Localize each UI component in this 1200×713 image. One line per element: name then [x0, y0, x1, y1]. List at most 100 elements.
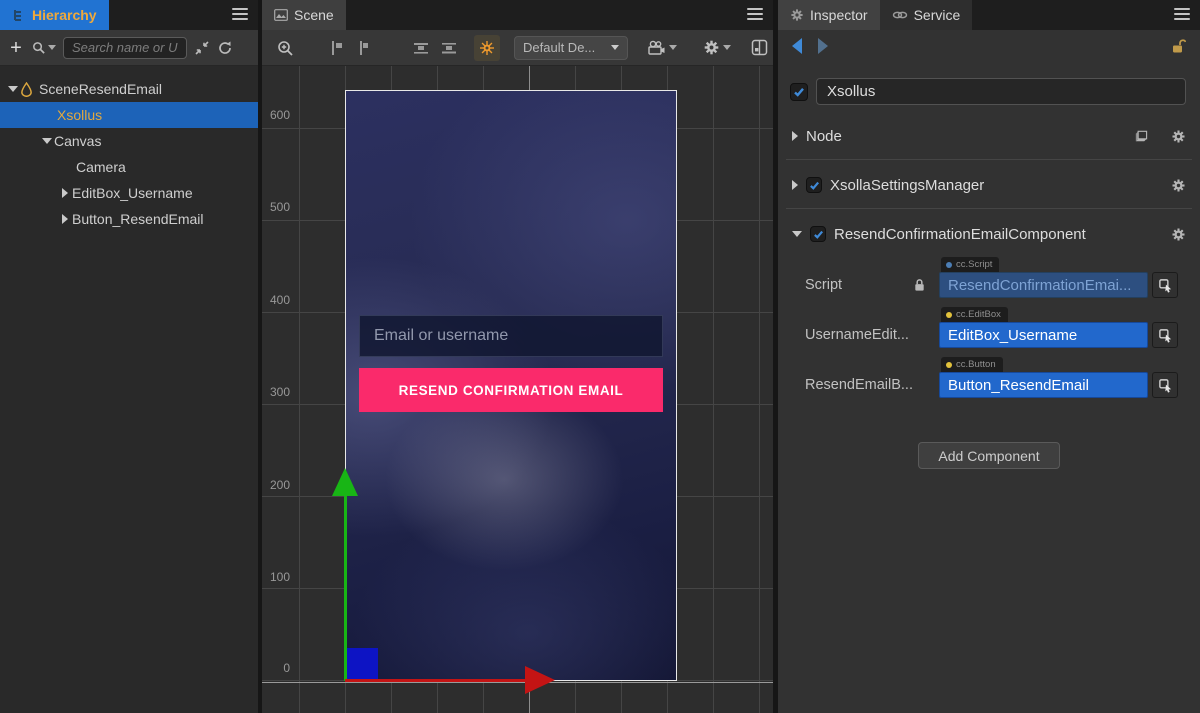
tree-node-label: Button_ResendEmail — [72, 211, 204, 227]
gear-icon[interactable] — [1171, 129, 1186, 144]
editbox-reference-field[interactable]: EditBox_Username — [939, 322, 1148, 348]
property-label: UsernameEdit... — [805, 327, 913, 348]
caret-down-icon[interactable] — [792, 231, 802, 237]
component-enabled-checkbox[interactable] — [806, 177, 822, 193]
scene-editbox-username[interactable]: Email or username — [359, 315, 663, 357]
align-left-icon — [328, 39, 346, 57]
caret-right-icon[interactable] — [62, 214, 68, 224]
unlock-icon[interactable] — [1170, 38, 1186, 54]
cocos-creator-editor: Hierarchy + — [0, 0, 1200, 713]
scene-tabbar: Scene — [262, 0, 773, 30]
gizmo-toggle-button[interactable] — [474, 35, 500, 61]
section-divider — [786, 159, 1192, 160]
reference-picker-button[interactable] — [1152, 322, 1178, 348]
history-back-icon[interactable] — [792, 38, 802, 54]
property-label: ResendEmailB... — [805, 377, 913, 398]
design-resolution-dropdown[interactable]: Default De... — [514, 36, 628, 60]
scene-panel-menu-icon[interactable] — [747, 8, 763, 21]
script-reference-field[interactable]: ResendConfirmationEmai... — [939, 272, 1148, 298]
tree-node-button-resendemail[interactable]: Button_ResendEmail — [0, 206, 258, 232]
sun-gizmo-icon — [479, 40, 495, 56]
component-resend-confirmation-email[interactable]: ResendConfirmationEmailComponent — [778, 221, 1200, 247]
ruler-label: 100 — [262, 570, 290, 584]
collapse-all-icon[interactable] — [194, 40, 210, 56]
node-active-row — [790, 78, 1186, 105]
gizmo-origin-handle[interactable] — [347, 648, 378, 679]
design-canvas[interactable]: Email or username RESEND CONFIRMATION EM… — [345, 90, 677, 681]
hierarchy-panel-menu-icon[interactable] — [232, 8, 248, 21]
reference-picker-button[interactable] — [1152, 272, 1178, 298]
tree-node-editbox-username[interactable]: EditBox_Username — [0, 180, 258, 206]
gizmo-x-axis[interactable] — [345, 679, 525, 682]
ruler-label: 500 — [262, 200, 290, 214]
refresh-icon[interactable] — [217, 40, 233, 56]
caret-right-icon[interactable] — [792, 180, 798, 190]
docs-book-icon[interactable] — [1132, 129, 1149, 144]
tab-service[interactable]: Service — [880, 0, 973, 30]
add-component-button[interactable]: Add Component — [918, 442, 1060, 469]
type-dot-icon — [946, 362, 952, 368]
gear-icon — [790, 8, 804, 22]
tab-hierarchy[interactable]: Hierarchy — [0, 0, 109, 30]
align-left-button[interactable] — [328, 39, 346, 57]
property-row-script: Script cc.Script ResendConfirmationEmai.… — [805, 257, 1178, 298]
camera-preview-dropdown[interactable] — [646, 39, 677, 57]
component-xsolla-settings-manager[interactable]: XsollaSettingsManager — [778, 172, 1200, 198]
type-badge: cc.Script — [941, 257, 999, 272]
tree-node-canvas[interactable]: Canvas — [0, 128, 258, 154]
gear-icon[interactable] — [1171, 178, 1186, 193]
gizmo-x-axis-arrowhead[interactable] — [525, 666, 555, 694]
history-forward-icon[interactable] — [818, 38, 828, 54]
scene-viewport[interactable]: 600 500 400 300 200 100 0 Email or usern… — [262, 66, 773, 713]
align-middle-v-icon — [440, 39, 458, 57]
link-icon — [892, 9, 908, 21]
tree-node-camera[interactable]: Camera — [0, 154, 258, 180]
zoom-tool-button[interactable] — [276, 39, 294, 57]
inspector-panel-menu-icon[interactable] — [1174, 8, 1190, 21]
caret-right-icon[interactable] — [792, 131, 798, 141]
inspector-panel: Inspector Service — [778, 0, 1200, 713]
align-top-button[interactable] — [412, 39, 430, 57]
property-row-username-editbox: UsernameEdit... cc.EditBox EditBox_Usern… — [805, 307, 1178, 348]
scene-asset-icon — [20, 82, 33, 97]
type-badge-label: cc.Button — [956, 359, 996, 370]
check-icon — [809, 180, 820, 191]
layout-grid-icon — [751, 39, 768, 56]
button-reference-field[interactable]: Button_ResendEmail — [939, 372, 1148, 398]
type-dot-icon — [946, 312, 952, 318]
tab-scene[interactable]: Scene — [262, 0, 346, 30]
caret-down-icon[interactable] — [42, 138, 52, 144]
tree-node-label: Camera — [76, 159, 126, 175]
node-name-input[interactable] — [816, 78, 1186, 105]
type-dot-icon — [946, 262, 952, 268]
scene-resend-email-button[interactable]: RESEND CONFIRMATION EMAIL — [359, 368, 663, 412]
gear-icon[interactable] — [1171, 227, 1186, 242]
search-input[interactable] — [63, 37, 187, 59]
node-section-header[interactable]: Node — [778, 123, 1200, 149]
tab-inspector[interactable]: Inspector — [778, 0, 880, 30]
scene-settings-dropdown[interactable] — [703, 39, 731, 56]
type-badge: cc.EditBox — [941, 307, 1008, 322]
check-icon — [813, 229, 824, 240]
service-tab-label: Service — [914, 7, 961, 23]
dropdown-caret-icon — [669, 45, 677, 50]
tree-node-xsollus[interactable]: Xsollus — [0, 102, 258, 128]
align-center-h-button[interactable] — [354, 39, 372, 57]
caret-down-icon[interactable] — [8, 86, 18, 92]
search-filter-button[interactable] — [31, 40, 56, 55]
caret-right-icon[interactable] — [62, 188, 68, 198]
align-middle-v-button[interactable] — [440, 39, 458, 57]
layout-grid-button[interactable] — [751, 39, 768, 56]
inspector-tab-label: Inspector — [810, 7, 868, 23]
component-enabled-checkbox[interactable] — [810, 226, 826, 242]
inspector-history-nav — [778, 30, 1200, 62]
tree-node-scene-root[interactable]: SceneResendEmail — [0, 76, 258, 102]
gizmo-y-axis-arrowhead[interactable] — [332, 468, 358, 496]
picker-cursor-icon — [1158, 378, 1173, 393]
resend-button-label: RESEND CONFIRMATION EMAIL — [399, 383, 624, 398]
lock-icon — [913, 278, 926, 292]
reference-picker-button[interactable] — [1152, 372, 1178, 398]
node-active-checkbox[interactable] — [790, 83, 808, 101]
type-badge-label: cc.Script — [956, 259, 992, 270]
create-node-button[interactable]: + — [8, 38, 24, 58]
